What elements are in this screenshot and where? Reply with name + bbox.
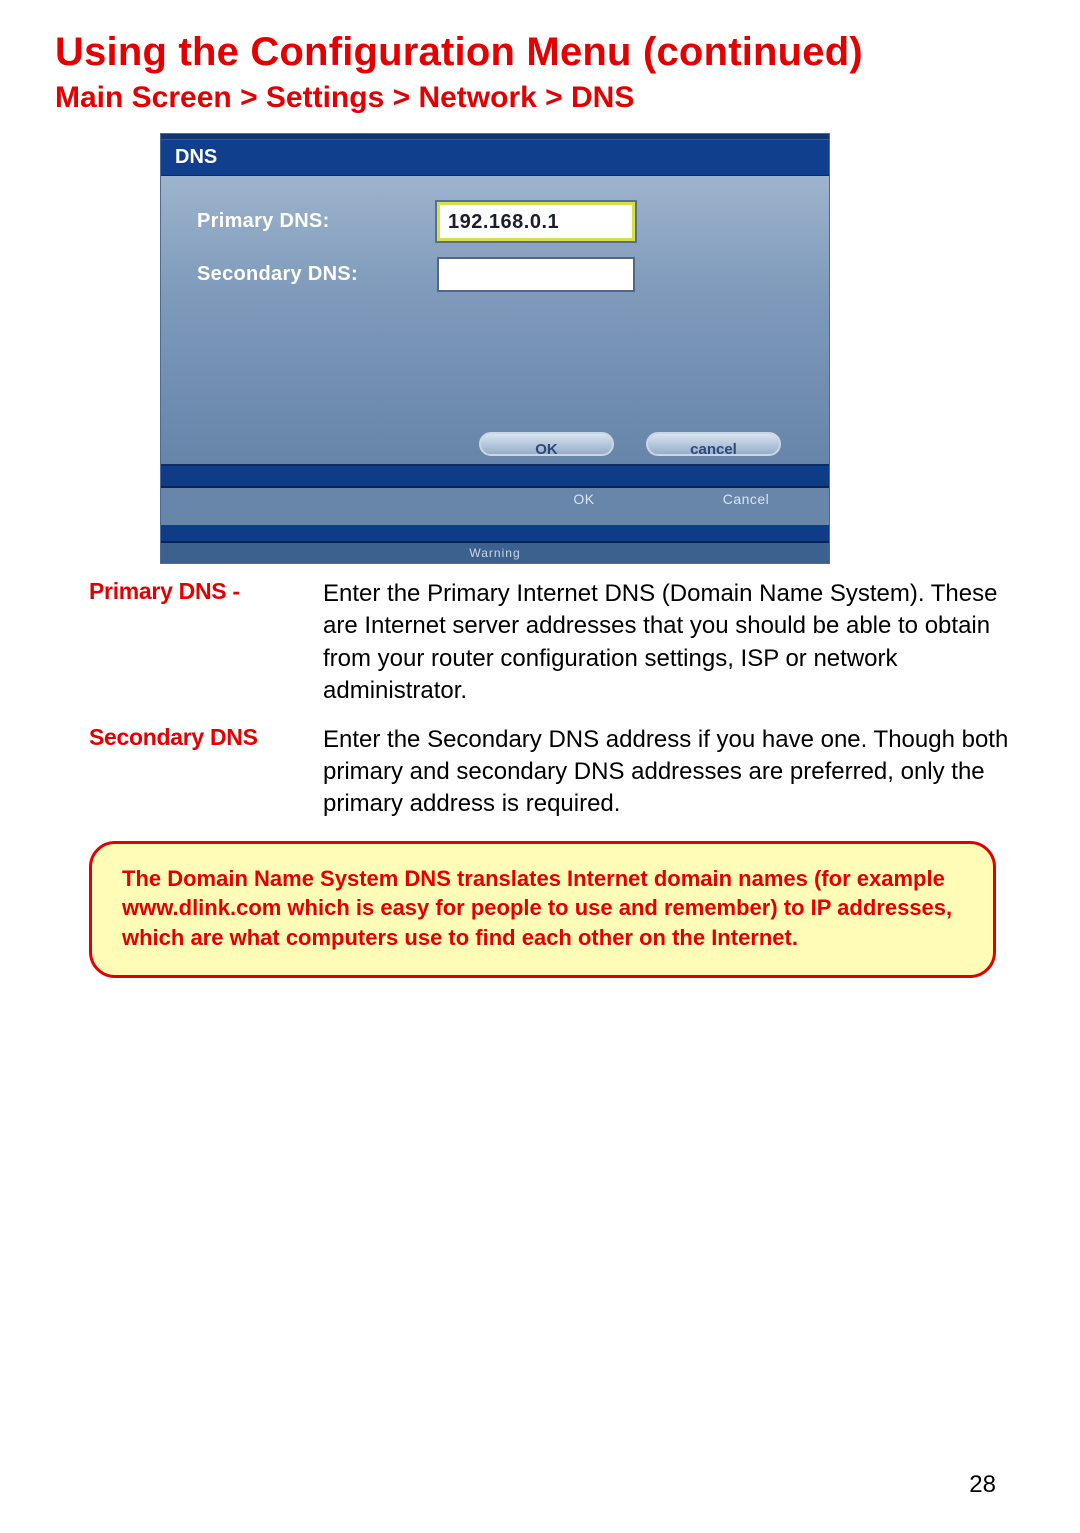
dup-ok-text: OK [523, 491, 645, 507]
primary-dns-description: Enter the Primary Internet DNS (Domain N… [323, 578, 1023, 708]
dialog-title: DNS [161, 139, 829, 176]
dup-cancel-text: Cancel [685, 491, 807, 507]
secondary-dns-term: Secondary DNS [89, 724, 323, 821]
info-note-box: The Domain Name System DNS translates In… [89, 841, 996, 978]
warning-strip: Warning [161, 543, 829, 563]
ok-button[interactable]: OK [479, 432, 614, 456]
cancel-button[interactable]: cancel [646, 432, 781, 456]
breadcrumb: Main Screen > Settings > Network > DNS [55, 81, 1030, 115]
primary-dns-input[interactable]: 192.168.0.1 [437, 202, 635, 241]
primary-dns-label: Primary DNS: [197, 210, 437, 233]
page-number: 28 [969, 1471, 996, 1499]
page-title: Using the Configuration Menu (continued) [55, 30, 1030, 75]
secondary-dns-input[interactable] [437, 257, 635, 292]
secondary-dns-description: Enter the Secondary DNS address if you h… [323, 724, 1023, 821]
primary-dns-term: Primary DNS - [89, 578, 323, 708]
info-note-text: The Domain Name System DNS translates In… [122, 864, 963, 953]
secondary-dns-label: Secondary DNS: [197, 263, 437, 286]
dns-screenshot: DNS Primary DNS: 192.168.0.1 Secondary D… [160, 133, 1030, 564]
